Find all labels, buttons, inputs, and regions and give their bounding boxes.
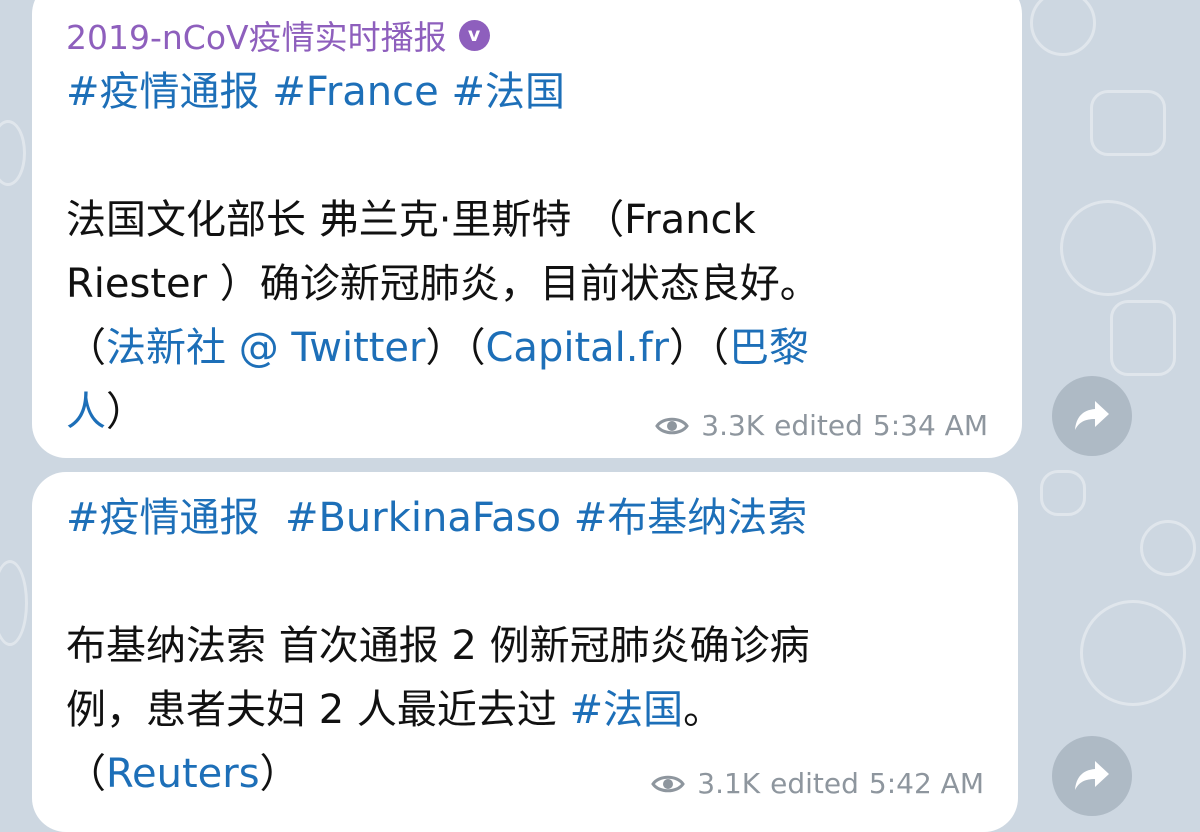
share-arrow-icon — [1075, 401, 1109, 430]
share-button[interactable] — [1052, 376, 1132, 456]
view-count: 3.3K — [701, 409, 765, 442]
edited-label: edited — [770, 767, 859, 800]
hashtag[interactable]: #疫情通报 — [66, 495, 260, 541]
hashtag-line: #疫情通报 #France #法国 — [66, 60, 990, 124]
bracket: ）（ — [669, 325, 729, 371]
source-link[interactable]: Capital.fr — [486, 325, 670, 371]
message-time: 5:34 AM — [872, 409, 988, 442]
source-link[interactable]: 法新社 @ Twitter — [106, 325, 426, 371]
hashtag[interactable]: #布基纳法索 — [574, 495, 808, 541]
channel-name[interactable]: 2019-nCoV疫情实时播报 — [66, 11, 447, 59]
text-line: （法新社 @ Twitter）（Capital.fr）（巴黎 — [66, 316, 990, 380]
text-line: 布基纳法索 首次通报 2 例新冠肺炎确诊病 — [66, 623, 810, 669]
channel-header: 2019-nCoV疫情实时播报 v — [66, 10, 990, 60]
message-text: #疫情通报 #BurkinaFaso #布基纳法索 布基纳法索 首次通报 2 例… — [66, 486, 986, 806]
bracket: （ — [66, 751, 106, 797]
share-button[interactable] — [1052, 736, 1132, 816]
text-span: 。 — [683, 687, 724, 733]
message-meta: 3.3K edited 5:34 AM — [655, 409, 988, 442]
source-link[interactable]: Reuters — [106, 751, 260, 797]
text-line: 法国文化部长 弗兰克·里斯特 （Franck — [66, 197, 756, 243]
message-time: 5:42 AM — [868, 767, 984, 800]
hashtag[interactable]: #疫情通报 — [66, 69, 260, 115]
bracket: ）（ — [425, 325, 486, 371]
message-meta: 3.1K edited 5:42 AM — [651, 767, 984, 800]
hashtag[interactable]: #France — [272, 69, 439, 115]
text-line: 例，患者夫妇 2 人最近去过 #法国。 — [66, 678, 986, 742]
text-line: Riester ）确诊新冠肺炎，目前状态良好。 — [66, 261, 820, 307]
hashtag[interactable]: #BurkinaFaso — [285, 495, 561, 541]
view-count: 3.1K — [697, 767, 761, 800]
message-text: #疫情通报 #France #法国 法国文化部长 弗兰克·里斯特 （Franck… — [66, 60, 990, 444]
bracket: ） — [106, 389, 146, 435]
hashtag[interactable]: #法国 — [570, 687, 684, 733]
eye-icon — [655, 417, 690, 434]
verified-badge-icon: v — [458, 19, 490, 51]
hashtag[interactable]: #法国 — [451, 69, 565, 115]
text-span: 例，患者夫妇 2 人最近去过 — [66, 687, 570, 733]
eye-icon — [651, 775, 686, 792]
bracket: ） — [259, 751, 300, 797]
share-arrow-icon — [1075, 761, 1109, 790]
source-link[interactable]: 人 — [66, 389, 106, 435]
source-link[interactable]: 巴黎 — [729, 325, 809, 371]
hashtag-line: #疫情通报 #BurkinaFaso #布基纳法索 — [66, 486, 986, 550]
message-bubble: 2019-nCoV疫情实时播报 v #疫情通报 #France #法国 法国文化… — [32, 0, 1022, 458]
edited-label: edited — [774, 409, 863, 442]
bracket: （ — [66, 325, 106, 371]
message-bubble: #疫情通报 #BurkinaFaso #布基纳法索 布基纳法索 首次通报 2 例… — [32, 472, 1018, 832]
